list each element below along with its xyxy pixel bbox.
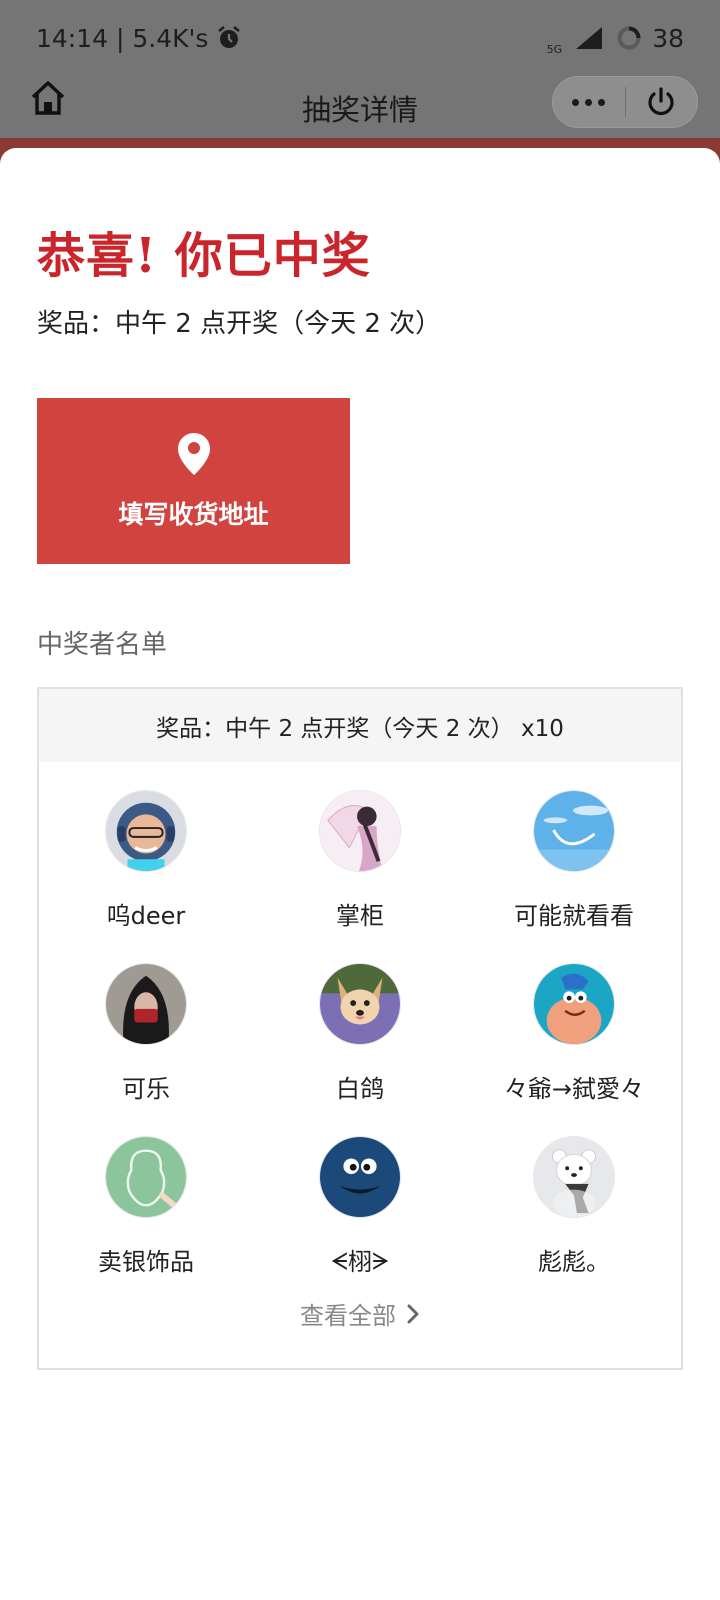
chihuahua-avatar [319, 963, 401, 1045]
nav-bar: 抽奖详情 [0, 76, 720, 140]
hooded-figure-avatar [105, 963, 187, 1045]
chalk-drawing-avatar [105, 1136, 187, 1218]
battery-icon [617, 26, 641, 50]
mini-program-capsule [552, 76, 698, 128]
status-right: 5G 38 [547, 21, 684, 56]
winners-section-title: 中奖者名单 [37, 630, 168, 660]
prize-description: 奖品：中午 2 点开奖（今天 2 次） [37, 309, 442, 339]
fill-address-button[interactable]: 填写收货地址 [37, 398, 350, 564]
home-icon[interactable] [28, 78, 68, 118]
network-type: 5G [546, 42, 563, 56]
winners-box: 奖品：中午 2 点开奖（今天 2 次） x10 呜deer 掌柜 可能就看看 可… [37, 687, 683, 1370]
view-all-button[interactable]: 查看全部 [39, 1296, 681, 1331]
cookie-monster-avatar [319, 1136, 401, 1218]
winner-name: 可乐 [122, 1075, 170, 1103]
result-sheet: 恭喜! 你已中奖 奖品：中午 2 点开奖（今天 2 次） 填写收货地址 中奖者名… [0, 148, 720, 1600]
fill-address-label: 填写收货地址 [118, 500, 269, 529]
astronaut-avatar [105, 790, 187, 872]
status-bar: 14:14 | 5.4K's 5G 38 [0, 0, 720, 76]
winners-prize-header: 奖品：中午 2 点开奖（今天 2 次） x10 [39, 689, 681, 762]
winner-name: 可能就看看 [514, 902, 634, 930]
winner-name: 白鸽 [336, 1075, 384, 1103]
winner-item[interactable]: 白鸽 [253, 963, 467, 1136]
winner-name: ᗕ栩ᗒ [330, 1248, 390, 1276]
more-icon [572, 98, 606, 106]
winners-grid: 呜deer 掌柜 可能就看看 可乐 白鸽 々爺→弑愛々 卖银饰品 ᗕ栩ᗒ 彪彪。 [39, 762, 681, 1309]
winner-item[interactable]: 彪彪。 [467, 1136, 681, 1309]
winner-name: 掌柜 [336, 902, 384, 930]
location-pin-icon [177, 433, 210, 475]
congrats-headline: 恭喜! 你已中奖 [37, 228, 371, 284]
blue-sky-avatar [533, 790, 615, 872]
signal-icon [576, 27, 603, 49]
alarm-icon [218, 26, 241, 48]
winner-item[interactable]: ᗕ栩ᗒ [253, 1136, 467, 1309]
winner-name: 々爺→弑愛々 [503, 1075, 645, 1103]
winner-item[interactable]: 掌柜 [253, 790, 467, 963]
winner-item[interactable]: 呜deer [39, 790, 253, 963]
page-title: 抽奖详情 [301, 93, 418, 127]
winner-item[interactable]: 可能就看看 [467, 790, 681, 963]
winner-item[interactable]: 卖银饰品 [39, 1136, 253, 1309]
winner-item[interactable]: 々爺→弑愛々 [467, 963, 681, 1136]
power-icon [648, 87, 674, 116]
patrick-star-avatar [533, 963, 615, 1045]
close-button[interactable] [626, 77, 698, 127]
more-button[interactable] [553, 77, 625, 127]
winner-item[interactable]: 可乐 [39, 963, 253, 1136]
winner-name: 卖银饰品 [98, 1248, 194, 1276]
chevron-right-icon [407, 1304, 419, 1323]
winner-name: 呜deer [106, 902, 186, 930]
winner-name: 彪彪。 [538, 1248, 610, 1276]
status-left: 14:14 | 5.4K's [36, 24, 242, 53]
snow-bear-avatar [533, 1136, 615, 1218]
view-all-label: 查看全部 [300, 1302, 396, 1330]
battery-level: 38 [652, 23, 684, 53]
status-time: 14:14 | 5.4K's [36, 23, 209, 53]
girl-umbrella-avatar [319, 790, 401, 872]
